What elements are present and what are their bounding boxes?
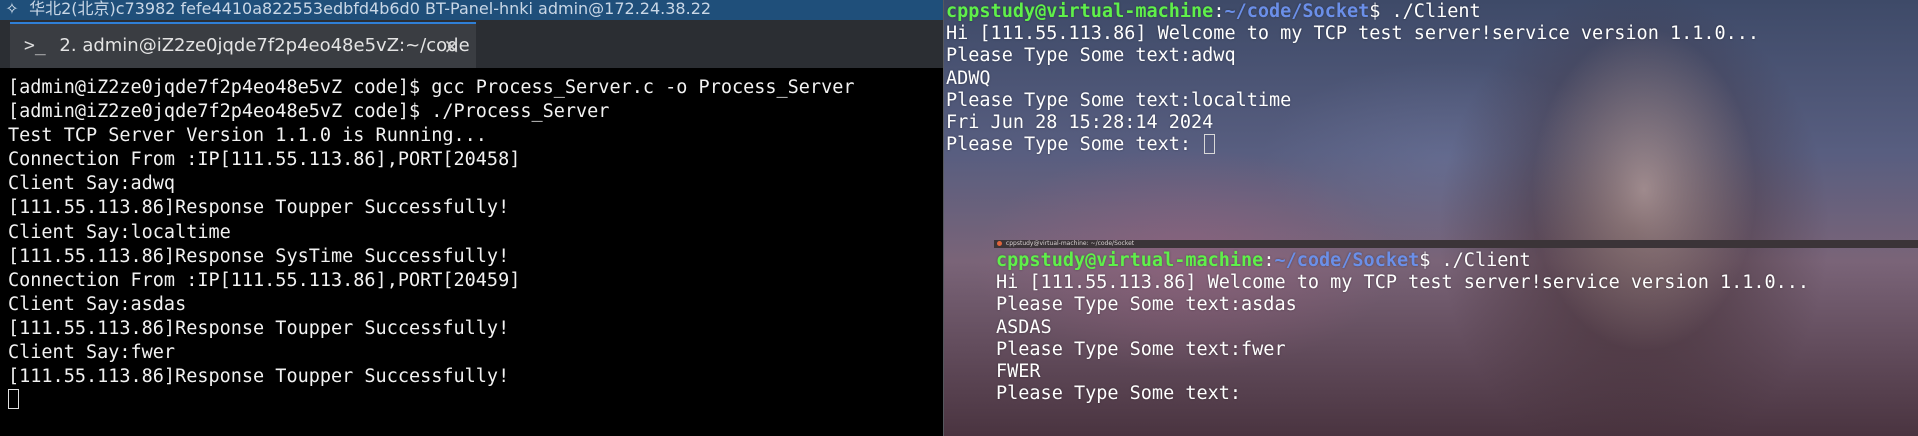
terminal-line: Hi [111.55.113.86] Welcome to my TCP tes… [996, 272, 1810, 294]
prompt-path: ~/code/Socket [1224, 1, 1370, 22]
terminal-line: Please Type Some text: [996, 383, 1242, 405]
terminal-line: [111.55.113.86]Response Toupper Successf… [8, 366, 510, 388]
terminal-line: ASDAS [996, 316, 1052, 338]
terminal-prompt-icon: >_ [24, 35, 46, 56]
terminal-output[interactable]: [admin@iZ2ze0jqde7f2p4eo48e5vZ code]$ gc… [8, 76, 938, 413]
prompt-user-host: cppstudy@virtual-machine [996, 250, 1264, 271]
terminal-line: Client Say:fwer [8, 342, 176, 364]
close-dot-icon[interactable] [997, 241, 1002, 246]
terminal-line: ADWQ [946, 67, 991, 89]
prompt-path: ~/code/Socket [1274, 250, 1420, 271]
client-terminal-2-window: cppstudy@virtual-machine: ~/code/Socket … [994, 240, 1918, 436]
prompt-command: $ ./Client [1369, 1, 1481, 22]
xshell-window: ✧ 华北2(北京)c73982 fefe4410a822553edbfd4b6d… [0, 0, 944, 436]
terminal-line: FWER [996, 361, 1041, 383]
ubuntu-desktop: cppstudy@virtual-machine:~/code/Socket$ … [944, 0, 1918, 436]
terminal-line: [111.55.113.86]Response SysTime Successf… [8, 245, 510, 267]
terminal-line: Please Type Some text: [946, 134, 1203, 156]
session-tab[interactable]: >_ 2. admin@iZ2ze0jqde7f2p4eo48e5vZ:~/co… [10, 22, 476, 68]
terminal-line: Please Type Some text:localtime [946, 89, 1292, 111]
close-icon[interactable]: × [443, 24, 460, 68]
terminal-line: Client Say:asdas [8, 293, 187, 315]
prompt-command: $ ./Client [1419, 250, 1531, 271]
terminal-line: Connection From :IP[111.55.113.86],PORT[… [8, 149, 521, 171]
terminal-line: Please Type Some text:asdas [996, 294, 1297, 316]
session-tab-label: 2. admin@iZ2ze0jqde7f2p4eo48e5vZ:~/code [59, 35, 470, 56]
window-titlebar: ✧ 华北2(北京)c73982 fefe4410a822553edbfd4b6d… [0, 0, 944, 20]
tab-bar: >_ 2. admin@iZ2ze0jqde7f2p4eo48e5vZ:~/co… [0, 20, 944, 68]
client-terminal-2[interactable]: cppstudy@virtual-machine:~/code/Socket$ … [996, 250, 1809, 405]
window-title: 华北2(北京)c73982 fefe4410a822553edbfd4b6d0 … [29, 0, 712, 18]
terminal-line: Test TCP Server Version 1.1.0 is Running… [8, 125, 487, 147]
terminal-cursor [1204, 134, 1216, 155]
terminal-line: [admin@iZ2ze0jqde7f2p4eo48e5vZ code]$ ./… [8, 101, 610, 123]
terminal-line: Client Say:localtime [8, 221, 231, 243]
terminal-line: [admin@iZ2ze0jqde7f2p4eo48e5vZ code]$ gc… [8, 77, 855, 98]
terminal-line: Hi [111.55.113.86] Welcome to my TCP tes… [946, 23, 1760, 45]
terminal-line: [111.55.113.86]Response Toupper Successf… [8, 197, 510, 219]
terminal-line: Connection From :IP[111.55.113.86],PORT[… [8, 269, 521, 291]
terminal-line: Please Type Some text:fwer [996, 338, 1286, 360]
terminal-line: Client Say:adwq [8, 173, 176, 195]
prompt-user-host: cppstudy@virtual-machine [946, 1, 1214, 22]
terminal-cursor [8, 389, 19, 410]
terminal-title: cppstudy@virtual-machine: ~/code/Socket [1005, 240, 1135, 247]
client-terminal-1[interactable]: cppstudy@virtual-machine:~/code/Socket$ … [946, 1, 1759, 156]
terminal-line: [111.55.113.86]Response Toupper Successf… [8, 317, 510, 339]
app-icon: ✧ [5, 0, 19, 18]
terminal-titlebar: cppstudy@virtual-machine: ~/code/Socket [994, 240, 1918, 248]
terminal-line: Please Type Some text:adwq [946, 45, 1236, 67]
terminal-line: Fri Jun 28 15:28:14 2024 [946, 112, 1214, 134]
